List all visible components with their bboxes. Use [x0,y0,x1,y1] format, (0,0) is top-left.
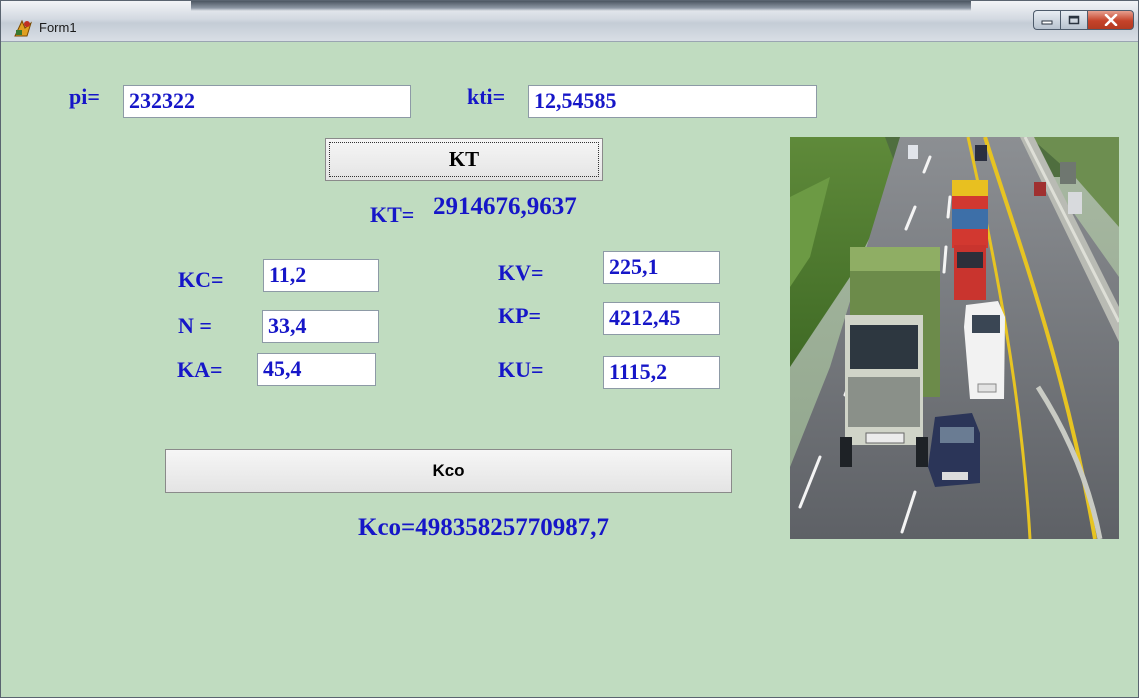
title-bar[interactable]: Form1 [1,1,1138,42]
highway-trucks-image [790,137,1119,539]
maximize-icon [1068,15,1080,25]
ka-input[interactable]: 45,4 [257,353,376,386]
delphi-form-icon [13,18,33,38]
close-icon [1104,14,1117,26]
kt-button[interactable]: KT [325,138,603,181]
minimize-button[interactable] [1033,10,1060,30]
title-bar-shade [191,1,971,11]
n-label: N = [178,313,212,338]
kt-result-label: KT= [370,202,415,227]
ku-input[interactable]: 1115,2 [603,356,720,389]
kti-input[interactable]: 12,54585 [528,85,817,118]
focus-rect [329,142,599,177]
kti-label: kti= [467,84,506,109]
kc-input[interactable]: 11,2 [263,259,379,292]
window-title: Form1 [39,20,77,35]
kv-label: KV= [498,260,544,285]
close-button[interactable] [1087,10,1134,30]
form-client-area: pi= 232322 kti= 12,54585 KT KT= 2914676,… [1,42,1138,697]
ku-label: KU= [498,357,544,382]
maximize-button[interactable] [1060,10,1087,30]
kc-label: KC= [178,267,224,292]
minimize-icon [1041,20,1053,25]
caption-buttons [1033,10,1134,32]
kp-input[interactable]: 4212,45 [603,302,720,335]
ka-label: KA= [177,357,223,382]
n-input[interactable]: 33,4 [262,310,379,343]
kt-result-value: 2914676,9637 [433,193,577,220]
kv-input[interactable]: 225,1 [603,251,720,284]
kco-button[interactable]: Kco [165,449,732,493]
kp-label: KP= [498,303,542,328]
pi-input[interactable]: 232322 [123,85,411,118]
kco-button-label: Kco [432,461,465,480]
main-window: Form1 pi= 232322 kti= 12,54585 KT KT= 29… [0,0,1139,698]
kco-result: Kco=49835825770987,7 [358,514,610,541]
pi-label: pi= [69,84,100,109]
